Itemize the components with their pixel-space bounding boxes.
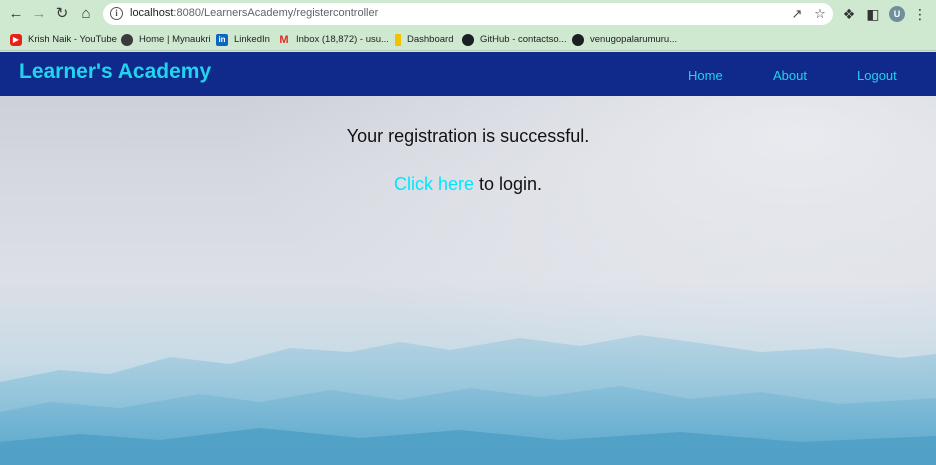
reload-icon[interactable]: ↻ xyxy=(52,4,72,24)
login-prompt: Click here to login. xyxy=(0,174,936,195)
profile-avatar[interactable]: U xyxy=(889,6,905,22)
bookmark-label: Inbox (18,872) - usu... xyxy=(296,34,389,45)
forward-icon[interactable]: → xyxy=(29,4,49,24)
site-navbar: Learner's Academy Home About Logout xyxy=(0,52,936,96)
bookmark-label: Home | Mynaukri xyxy=(139,34,211,45)
bookmark-item[interactable]: Home | Mynaukri xyxy=(121,31,211,48)
bookmark-label: Krish Naik - YouTube xyxy=(28,34,117,45)
success-message: Your registration is successful. xyxy=(346,126,590,146)
browser-toolbar: ← → ↻ ⌂ i localhost:8080/LearnersAcademy… xyxy=(0,0,936,28)
github-icon xyxy=(572,33,584,46)
nav-logout-link[interactable]: Logout xyxy=(857,68,897,83)
youtube-icon: ▶ xyxy=(10,33,22,46)
nav-about-link[interactable]: About xyxy=(773,68,807,83)
gmail-icon: M xyxy=(279,33,289,46)
menu-dots-icon[interactable]: ⋮ xyxy=(911,5,929,23)
address-bar[interactable]: i localhost:8080/LearnersAcademy/registe… xyxy=(103,3,833,25)
bookmark-item[interactable]: GitHub - contactso... xyxy=(462,31,567,48)
page-viewport: Learner's Academy Home About Logout Your… xyxy=(0,52,936,465)
site-info-icon[interactable]: i xyxy=(110,7,123,20)
github-icon xyxy=(462,33,474,46)
mountain-background xyxy=(0,52,936,465)
bookmark-label: Dashboard xyxy=(407,34,454,45)
share-icon[interactable]: ↗ xyxy=(789,6,805,22)
url-text[interactable]: localhost:8080/LearnersAcademy/registerc… xyxy=(130,7,378,19)
bookmark-item[interactable]: venugopalarumuru... xyxy=(572,31,677,48)
login-prompt-suffix: to login. xyxy=(473,174,543,194)
back-icon[interactable]: ← xyxy=(6,4,26,24)
bookmark-item[interactable]: in LinkedIn xyxy=(216,31,270,48)
nav-home-link[interactable]: Home xyxy=(688,68,723,83)
brand-logo[interactable]: Learner's Academy xyxy=(19,60,211,84)
bookmark-item[interactable]: Dashboard xyxy=(395,31,453,48)
home-icon[interactable]: ⌂ xyxy=(76,4,96,24)
bookmark-star-icon[interactable]: ☆ xyxy=(812,6,828,22)
bookmark-item[interactable]: M Inbox (18,872) - usu... xyxy=(278,31,389,48)
bookmark-label: GitHub - contactso... xyxy=(480,34,567,45)
globe-icon xyxy=(121,33,133,46)
bookmark-label: LinkedIn xyxy=(234,34,270,45)
bookmark-item[interactable]: ▶ Krish Naik - YouTube xyxy=(10,31,117,48)
bookmarks-bar: ▶ Krish Naik - YouTube Home | Mynaukri i… xyxy=(0,28,936,51)
extensions-icon[interactable]: ❖ xyxy=(840,5,858,23)
dashboard-icon xyxy=(395,33,401,46)
bookmark-label: venugopalarumuru... xyxy=(590,34,678,45)
side-panel-icon[interactable]: ◧ xyxy=(864,5,882,23)
linkedin-icon: in xyxy=(216,33,228,46)
click-here-link[interactable]: Click here xyxy=(394,174,474,194)
